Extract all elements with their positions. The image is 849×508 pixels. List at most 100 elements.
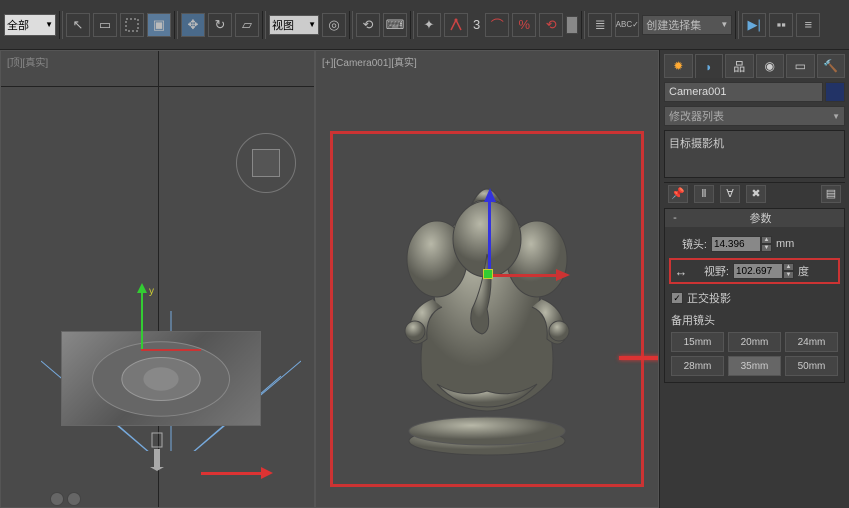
fov-spinner-up[interactable]: ▲ xyxy=(783,263,794,271)
command-panel-tabs: ✹ ◗ 品 ◉ ▭ 🔨 xyxy=(664,54,845,78)
fov-value-input[interactable]: 102.697 xyxy=(733,263,783,279)
hammer-icon: 🔨 xyxy=(823,59,838,73)
remove-button[interactable]: ✖ xyxy=(746,185,766,203)
keyboard-button[interactable]: ⌨ xyxy=(383,13,407,37)
abc-button[interactable]: ABC✓ xyxy=(615,13,639,37)
sun-icon: ✹ xyxy=(673,59,683,73)
named-selection-button[interactable]: ≣ xyxy=(588,13,612,37)
fov-label: 视野: xyxy=(693,263,729,279)
show-end-button[interactable]: Ⅱ xyxy=(694,185,714,203)
command-panel: ✹ ◗ 品 ◉ ▭ 🔨 Camera001 修改器列表 ▼ 目标摄影机 📌 Ⅱ … xyxy=(659,50,849,508)
fov-row-highlighted: ↔ 视野: 102.697 ▲ ▼ 度 xyxy=(669,258,840,284)
window-crossing-button[interactable]: ▣ xyxy=(147,13,171,37)
select-by-name-button[interactable]: ▭ xyxy=(93,13,117,37)
tab-create[interactable]: ✹ xyxy=(664,54,693,78)
modifier-list-label: 修改器列表 xyxy=(669,108,724,124)
percent-snap-button[interactable]: % xyxy=(512,13,536,37)
lens-spin ner-up[interactable]: ▲ xyxy=(761,236,772,244)
lens-unit: mm xyxy=(776,238,794,250)
tab-hierarchy[interactable]: 品 xyxy=(725,54,754,78)
viewport-top-label: [顶][真实] xyxy=(7,54,48,69)
safe-frame xyxy=(330,131,644,487)
motion-icon: ◉ xyxy=(765,59,775,73)
dot-icon xyxy=(67,492,81,506)
stock-lens-15[interactable]: 15mm xyxy=(671,332,724,352)
lens-label: 镜头: xyxy=(671,236,707,252)
angle-snap-button[interactable]: ⌒ xyxy=(485,13,509,37)
viewport-top[interactable]: [顶][真实] xyxy=(0,50,315,508)
tab-modify[interactable]: ◗ xyxy=(695,54,724,78)
viewports-container: [顶][真实] xyxy=(0,50,659,508)
select-scale-button[interactable]: ▱ xyxy=(235,13,259,37)
snap-3d-button[interactable] xyxy=(444,13,468,37)
pivot-center-button[interactable]: ◎ xyxy=(322,13,346,37)
tab-utilities[interactable]: 🔨 xyxy=(817,54,846,78)
top-view-scene: y xyxy=(41,271,281,431)
chevron-down-icon: ▼ xyxy=(832,112,840,121)
params-rollup-header[interactable]: - 参数 xyxy=(665,209,844,227)
chevron-down-icon: ▼ xyxy=(45,20,53,29)
modifier-list-dropdown[interactable]: 修改器列表 ▼ xyxy=(664,106,845,126)
annotation-arrow-icon xyxy=(619,351,659,365)
ortho-checkbox[interactable]: ✓ xyxy=(671,292,683,304)
axis-y-label: y xyxy=(149,286,154,297)
lens-spinner-down[interactable]: ▼ xyxy=(761,244,772,252)
stock-lens-24[interactable]: 24mm xyxy=(785,332,838,352)
hierarchy-icon: 品 xyxy=(733,58,745,75)
tab-display[interactable]: ▭ xyxy=(786,54,815,78)
dot-icon xyxy=(50,492,64,506)
viewport-camera[interactable]: [+][Camera001][真实] GX I网 system xyxy=(315,50,659,508)
stock-lens-label: 备用镜头 xyxy=(671,312,838,328)
stock-lens-35[interactable]: 35mm xyxy=(728,356,781,376)
selection-set-label: 创建选择集 xyxy=(646,17,701,33)
layers-button[interactable]: ≡ xyxy=(796,13,820,37)
select-move-button[interactable]: ✥ xyxy=(181,13,205,37)
angle-input[interactable] xyxy=(566,16,578,34)
object-color-swatch[interactable] xyxy=(825,82,845,102)
modifier-stack-toolbar: 📌 Ⅱ ∀ ✖ ▤ xyxy=(664,182,845,204)
align-button[interactable]: ▪▪ xyxy=(769,13,793,37)
selection-set-dropdown[interactable]: 创建选择集 ▼ xyxy=(642,15,732,35)
main-area: [顶][真实] xyxy=(0,50,849,508)
snap-2d-button[interactable]: ✦ xyxy=(417,13,441,37)
viewport-camera-label: [+][Camera001][真实] xyxy=(322,54,417,69)
unique-button[interactable]: ∀ xyxy=(720,185,740,203)
rollup-navigator-icons xyxy=(50,492,81,506)
filter-label: 全部 xyxy=(7,17,29,33)
stock-lens-28[interactable]: 28mm xyxy=(671,356,724,376)
fov-unit: 度 xyxy=(798,263,809,279)
statue-model xyxy=(367,159,607,459)
select-object-button[interactable]: ↖ xyxy=(66,13,90,37)
coord-label: 视图 xyxy=(272,17,294,33)
fov-direction-icon[interactable]: ↔ xyxy=(673,264,689,279)
select-rotate-button[interactable]: ↻ xyxy=(208,13,232,37)
configure-button[interactable]: ▤ xyxy=(821,185,841,203)
object-top-bounds xyxy=(61,331,261,426)
fov-spinner-down[interactable]: ▼ xyxy=(783,271,794,279)
arc-icon: ◗ xyxy=(705,60,712,74)
manipulate-button[interactable]: ⟲ xyxy=(356,13,380,37)
params-rollup: - 参数 镜头: 14.396 ▲ ▼ mm ↔ xyxy=(664,208,845,383)
camera-icon[interactable] xyxy=(148,431,166,471)
pin-stack-button[interactable]: 📌 xyxy=(668,185,688,203)
reference-coord-dropdown[interactable]: 视图 ▼ xyxy=(269,15,319,35)
selection-filter-dropdown[interactable]: 全部 ▼ xyxy=(4,14,56,36)
display-icon: ▭ xyxy=(795,59,806,73)
chevron-down-icon: ▼ xyxy=(308,20,316,29)
stock-lens-20[interactable]: 20mm xyxy=(728,332,781,352)
stock-lens-50[interactable]: 50mm xyxy=(785,356,838,376)
object-name-field[interactable]: Camera001 xyxy=(664,82,823,102)
viewcube[interactable] xyxy=(236,133,296,193)
tab-motion[interactable]: ◉ xyxy=(756,54,785,78)
lens-value-input[interactable]: 14.396 xyxy=(711,236,761,252)
stock-lens-grid: 15mm 20mm 24mm 28mm 35mm 50mm xyxy=(671,332,838,376)
rectangle-select-button[interactable] xyxy=(120,13,144,37)
stack-item[interactable]: 目标摄影机 xyxy=(669,135,840,151)
rollup-title: 参数 xyxy=(681,210,840,226)
main-toolbar: 全部 ▼ ↖ ▭ ▣ ✥ ↻ ▱ 视图 ▼ ◎ ⟲ ⌨ ✦ 3 ⌒ % ⟲ ≣ … xyxy=(0,0,849,50)
mirror-button[interactable]: ▶| xyxy=(742,13,766,37)
modifier-stack[interactable]: 目标摄影机 xyxy=(664,130,845,178)
spinner-snap-button[interactable]: ⟲ xyxy=(539,13,563,37)
ortho-label: 正交投影 xyxy=(687,290,731,306)
angle-3-label: 3 xyxy=(471,17,482,32)
